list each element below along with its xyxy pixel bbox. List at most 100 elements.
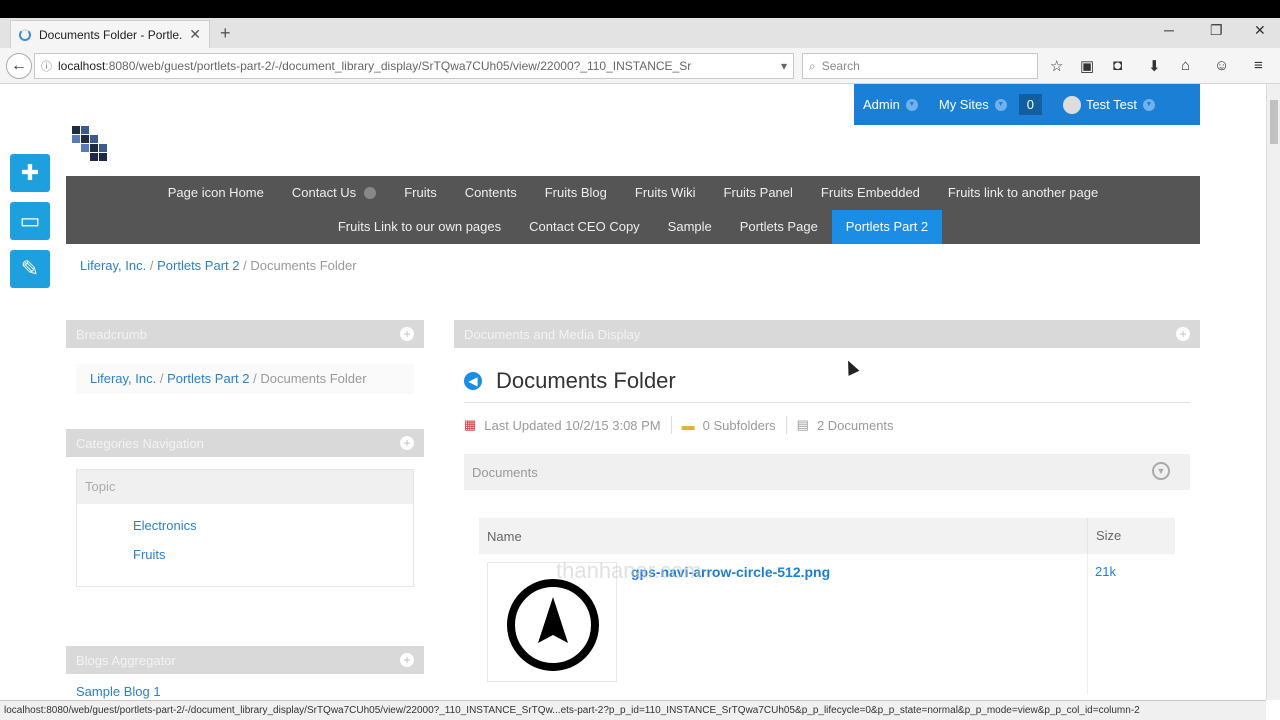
subfolders-count: 0 Subfolders [702, 417, 776, 433]
nav-item-label: Fruits [404, 185, 437, 200]
new-tab-button[interactable]: + [220, 23, 231, 44]
download-icon[interactable]: ⬇ [1148, 57, 1161, 75]
folder-title: Documents Folder [496, 368, 676, 393]
breadcrumb-link-liferay[interactable]: Liferay, Inc. [80, 258, 146, 273]
nav-item-label: Fruits Link to our own pages [337, 219, 502, 234]
column-name[interactable]: Name [479, 529, 522, 544]
nav-item-fruits[interactable]: Fruits [390, 176, 451, 210]
portlet-options-icon[interactable]: + [400, 327, 414, 341]
categories-portlet: Categories Navigation + Topic Electronic… [66, 429, 424, 587]
home-icon[interactable]: ⌂ [1181, 57, 1190, 74]
search-input[interactable]: ⌕ Search [802, 53, 1038, 79]
minimize-icon[interactable]: ─ [1164, 22, 1174, 38]
last-updated: Last Updated 10/2/15 3:08 PM [484, 417, 661, 433]
breadcrumb-link-liferay[interactable]: Liferay, Inc. [90, 371, 156, 386]
column-size[interactable]: Size [1087, 518, 1121, 554]
portlet-breadcrumb: Liferay, Inc. / Portlets Part 2 / Docume… [76, 364, 414, 394]
documents-panel-header[interactable]: Documents ▼ [464, 454, 1190, 490]
breadcrumb-current: Documents Folder [250, 258, 357, 273]
browser-tab[interactable]: Documents Folder - Portle... ✕ [10, 20, 210, 48]
browser-window: Documents Folder - Portle... ✕ + ─ ❐ ✕ ←… [0, 18, 1280, 720]
avatar [1062, 95, 1081, 114]
breadcrumb-separator: / [243, 258, 247, 273]
documents-table: Name Size gps-navi-arrow-circle-512.png … [479, 518, 1175, 694]
nav-item-fruits-wiki[interactable]: Fruits Wiki [621, 176, 710, 210]
documents-portlet: Documents and Media Display + ◀ Document… [454, 320, 1200, 694]
my-sites-menu[interactable]: My Sites ▼ [939, 97, 1007, 112]
bookmark-star-icon[interactable]: ☆ [1050, 57, 1063, 75]
site-logo[interactable] [72, 126, 107, 161]
chat-icon[interactable]: ☺ [1214, 57, 1229, 74]
portlet-options-icon[interactable]: + [1176, 327, 1190, 341]
portlet-options-icon[interactable]: + [400, 653, 414, 667]
user-menu[interactable]: Test Test ▼ [1062, 95, 1155, 114]
portlet-title: Documents and Media Display [464, 326, 641, 342]
nav-item-contact-ceo-copy[interactable]: Contact CEO Copy [515, 210, 654, 244]
vertical-scrollbar[interactable] [1266, 84, 1280, 700]
url-dropdown-icon[interactable]: ▾ [781, 59, 787, 73]
nav-item-contact-us[interactable]: Contact Us [278, 176, 390, 210]
blog-entry-link[interactable]: Sample Blog 1 [76, 684, 424, 699]
nav-item-label: Fruits link to another page [947, 185, 1099, 200]
nav-item-fruits-blog[interactable]: Fruits Blog [531, 176, 621, 210]
chevron-down-icon: ▼ [905, 98, 918, 111]
breadcrumb-current: Documents Folder [260, 371, 367, 386]
nav-item-fruits-link-to-another-page[interactable]: Fruits link to another page [934, 176, 1112, 210]
breadcrumb-link-portlets-part-2[interactable]: Portlets Part 2 [167, 371, 249, 386]
edit-controls-button[interactable]: ✎ [10, 250, 50, 288]
scrollbar-thumb[interactable] [1270, 100, 1278, 144]
portlet-header: Categories Navigation + [66, 429, 424, 457]
admin-label: Admin [863, 97, 900, 112]
nav-item-label: Portlets Page [739, 219, 818, 234]
chevron-down-icon[interactable]: ▼ [1152, 462, 1170, 480]
vocabulary-topic: Topic [77, 470, 413, 504]
nav-item-fruits-panel[interactable]: Fruits Panel [710, 176, 807, 210]
add-button[interactable]: ✚ [10, 154, 50, 192]
restore-icon[interactable]: ❐ [1210, 22, 1223, 39]
portlet-header: Breadcrumb + [66, 320, 424, 348]
nav-item-page-icon-home[interactable]: Page icon Home [154, 176, 278, 210]
watermark: thanhanar.com [556, 558, 702, 583]
column-divider [1087, 554, 1088, 694]
tab-close-icon[interactable]: ✕ [189, 26, 201, 43]
chevron-down-icon[interactable] [364, 187, 377, 199]
category-electronics[interactable]: Electronics [133, 518, 413, 533]
admin-menu[interactable]: Admin ▼ [863, 97, 918, 112]
back-button[interactable]: ← [6, 53, 32, 79]
file-size: 21k [1095, 564, 1116, 579]
reading-list-icon[interactable]: ▣ [1080, 57, 1094, 75]
nav-item-portlets-page[interactable]: Portlets Page [726, 210, 832, 244]
category-fruits[interactable]: Fruits [133, 547, 413, 562]
nav-item-contents[interactable]: Contents [451, 176, 531, 210]
window-close-icon[interactable]: ✕ [1254, 22, 1266, 39]
portlet-options-icon[interactable]: + [400, 436, 414, 450]
back-arrow-icon[interactable]: ◀ [464, 372, 482, 390]
nav-item-label: Fruits Panel [723, 185, 793, 200]
divider [670, 416, 672, 434]
nav-item-portlets-part-2[interactable]: Portlets Part 2 [831, 210, 943, 244]
notification-count[interactable]: 0 [1018, 94, 1042, 115]
nav-item-fruits-link-to-our-own-pages[interactable]: Fruits Link to our own pages [324, 210, 515, 244]
tab-bar: Documents Folder - Portle... ✕ + ─ ❐ ✕ [0, 18, 1280, 48]
folder-heading: ◀ Documents Folder [464, 368, 676, 394]
pocket-icon[interactable]: ◘ [1113, 57, 1122, 74]
info-icon[interactable]: ⓘ [41, 58, 52, 74]
monitor-icon: ▭ [19, 208, 41, 233]
plus-icon: ✚ [20, 160, 40, 185]
nav-item-sample[interactable]: Sample [654, 210, 726, 244]
document-icon: ▤ [796, 417, 809, 432]
portlet-header: Blogs Aggregator + [66, 646, 424, 674]
menu-icon[interactable]: ≡ [1254, 57, 1263, 74]
nav-item-label: Contact Us [291, 185, 357, 200]
preview-button[interactable]: ▭ [10, 202, 50, 240]
breadcrumb-link-portlets-part-2[interactable]: Portlets Part 2 [157, 258, 239, 273]
search-icon: ⌕ [809, 58, 816, 73]
loading-icon [19, 28, 31, 41]
address-bar[interactable]: ⓘ localhost:8080/web/guest/portlets-part… [34, 53, 819, 79]
nav-item-fruits-embedded[interactable]: Fruits Embedded [807, 176, 934, 210]
main-navigation: Page icon Home Contact Us Fruits Contents Fr… [66, 176, 1200, 244]
breadcrumb-separator: / [159, 371, 164, 386]
folder-metadata: ▦ Last Updated 10/2/15 3:08 PM ▬ 0 Subfo… [464, 416, 894, 434]
breadcrumb-separator: / [149, 258, 154, 273]
nav-item-label: Portlets Part 2 [845, 219, 929, 234]
